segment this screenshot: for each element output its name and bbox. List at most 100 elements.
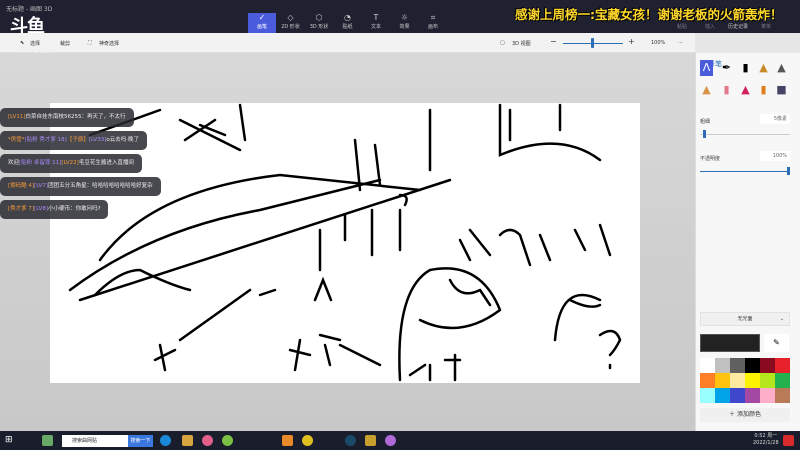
- edge-icon[interactable]: [160, 435, 171, 446]
- tab-label: 效果: [399, 24, 410, 30]
- chat-segment: [LV11]: [8, 114, 26, 120]
- chat-segment: 白菜自挂东南枝56255：: [25, 114, 88, 120]
- tab-shapes[interactable]: ◇ 2D 形状: [277, 13, 305, 33]
- search-button[interactable]: 搜索一下: [128, 435, 153, 447]
- 3d-view-icon[interactable]: ▢: [500, 40, 505, 46]
- crop-button[interactable]: 裁剪: [60, 40, 70, 47]
- chat-message: [LV11]白菜自挂东南枝56255：再天了，不太行: [0, 108, 134, 127]
- windows-start-icon[interactable]: ⊞: [5, 435, 16, 446]
- explorer-icon[interactable]: [182, 435, 193, 446]
- color-swatch[interactable]: [760, 388, 775, 403]
- chat-message: 欢迎[贴粉 卓留尊 11][LV22]毛豆花生酱进入直播间: [0, 154, 142, 173]
- chat-segment: [LV7]: [34, 183, 49, 189]
- chat-message: [拥码酷 4][LV7]团团五分五角星：哈哈哈哈哈哈哈哈好复杂: [0, 177, 161, 196]
- finish-dropdown[interactable]: 无光面 ⌄: [700, 312, 790, 326]
- zoom-in-button[interactable]: +: [628, 37, 635, 46]
- add-color-button[interactable]: ＋ 添加颜色: [700, 408, 790, 422]
- color-swatch[interactable]: [775, 373, 790, 388]
- app-icon-green[interactable]: [222, 435, 233, 446]
- opacity-input[interactable]: 100%: [760, 151, 790, 161]
- chat-segment: o云去吗·晚了: [106, 137, 139, 143]
- 3d-view-toggle[interactable]: 3D 视图: [512, 40, 531, 47]
- crayon-icon[interactable]: ▲: [700, 82, 713, 98]
- chat-segment: [拥码酷 4]: [8, 183, 35, 189]
- app-icon[interactable]: [42, 435, 53, 446]
- zoom-slider-thumb[interactable]: [591, 38, 594, 48]
- chat-segment: [贴粉 卓留尊 11]: [19, 160, 62, 166]
- chat-segment: 【子爵】: [66, 137, 89, 143]
- chevron-down-icon: ⌄: [779, 316, 784, 322]
- app-icon-teal[interactable]: [345, 435, 356, 446]
- thickness-slider[interactable]: [700, 134, 790, 135]
- action-label: 菜单: [760, 24, 771, 30]
- app-icon-gold[interactable]: [365, 435, 376, 446]
- chat-segment: [秀才爹 7]: [8, 206, 35, 212]
- color-swatch[interactable]: [745, 373, 760, 388]
- color-swatch[interactable]: [730, 388, 745, 403]
- zoom-out-button[interactable]: −: [550, 37, 557, 46]
- watercolor-icon[interactable]: ▲: [757, 60, 770, 76]
- spray-icon[interactable]: ▮: [757, 82, 770, 98]
- app-icon-yellow[interactable]: [302, 435, 313, 446]
- chat-segment: [LV8]: [34, 206, 49, 212]
- color-swatch[interactable]: [715, 388, 730, 403]
- action-label: 插入: [704, 24, 715, 30]
- tab-label: 贴纸: [342, 24, 353, 30]
- opacity-thumb[interactable]: [787, 167, 790, 175]
- color-swatch[interactable]: [775, 388, 790, 403]
- magic-select-button[interactable]: 神奇选择: [99, 40, 119, 47]
- tab-text[interactable]: T 文本: [362, 13, 390, 33]
- eraser-icon[interactable]: ▮: [720, 82, 733, 98]
- color-swatch[interactable]: [730, 373, 745, 388]
- shapes-icon: ◇: [287, 13, 294, 22]
- chat-segment: [贴粉 秀才爹 18]: [24, 137, 67, 143]
- opacity-slider[interactable]: [700, 171, 790, 172]
- calligraphy-pen-icon[interactable]: ✒: [720, 60, 733, 76]
- color-swatch[interactable]: [730, 358, 745, 373]
- magic-select-icon[interactable]: ⛶: [88, 40, 92, 46]
- app-icon-orange[interactable]: [282, 435, 293, 446]
- highlighter-icon[interactable]: ▲: [739, 82, 752, 98]
- fill-bucket-icon[interactable]: ■: [775, 82, 788, 98]
- color-swatch[interactable]: [745, 388, 760, 403]
- tab-sticker[interactable]: ◔ 贴纸: [334, 13, 362, 33]
- action-label: 粘贴: [676, 24, 687, 30]
- color-swatch[interactable]: [715, 373, 730, 388]
- tab-label: 文本: [370, 24, 381, 30]
- color-swatch[interactable]: [760, 373, 775, 388]
- tab-brush[interactable]: ✓ 画笔: [248, 13, 276, 33]
- chat-segment: 团团五分五角星：哈哈哈哈哈哈哈哈好复杂: [48, 183, 153, 189]
- sticker-icon: ◔: [344, 13, 351, 22]
- tab-effects[interactable]: ☼ 效果: [391, 13, 419, 33]
- color-swatch[interactable]: [745, 358, 760, 373]
- thickness-label: 粗细: [700, 119, 711, 125]
- room-number: 7776629: [18, 46, 54, 55]
- search-input[interactable]: 搜索曲网贴: [62, 435, 128, 447]
- notification-icon[interactable]: [783, 435, 794, 446]
- color-swatch[interactable]: [700, 373, 715, 388]
- cube-icon: ⬡: [315, 13, 323, 22]
- chat-message: *房管*[贴粉 秀才爹 18]【子爵】[LV33]o云去吗·晚了: [0, 131, 147, 150]
- tab-label: 画布: [427, 24, 438, 30]
- color-swatch[interactable]: [700, 358, 715, 373]
- chat-segment: [LV33]: [88, 137, 107, 143]
- thickness-input[interactable]: 5像素: [760, 114, 790, 124]
- finish-value: 无光面: [737, 316, 753, 322]
- color-swatch[interactable]: [715, 358, 730, 373]
- color-swatch[interactable]: [760, 358, 775, 373]
- paint3d-icon[interactable]: [385, 435, 396, 446]
- current-color[interactable]: [700, 334, 760, 352]
- marker-brush-icon[interactable]: Λ: [700, 60, 713, 76]
- more-icon[interactable]: ···: [678, 40, 683, 46]
- thickness-thumb[interactable]: [703, 130, 706, 138]
- pencil-icon[interactable]: ▲: [775, 60, 788, 76]
- color-swatch[interactable]: [775, 358, 790, 373]
- tab-canvas[interactable]: ⌗ 画布: [419, 13, 447, 33]
- oil-brush-icon[interactable]: ▮: [739, 60, 752, 76]
- tab-cube[interactable]: ⬡ 3D 形状: [305, 13, 333, 33]
- chat-segment: 毛豆花生酱进入直播间: [78, 160, 134, 166]
- color-swatch[interactable]: [700, 388, 715, 403]
- browser-icon[interactable]: [202, 435, 213, 446]
- eyedropper-icon[interactable]: ✎: [764, 334, 789, 352]
- add-color-label: 添加颜色: [736, 411, 761, 418]
